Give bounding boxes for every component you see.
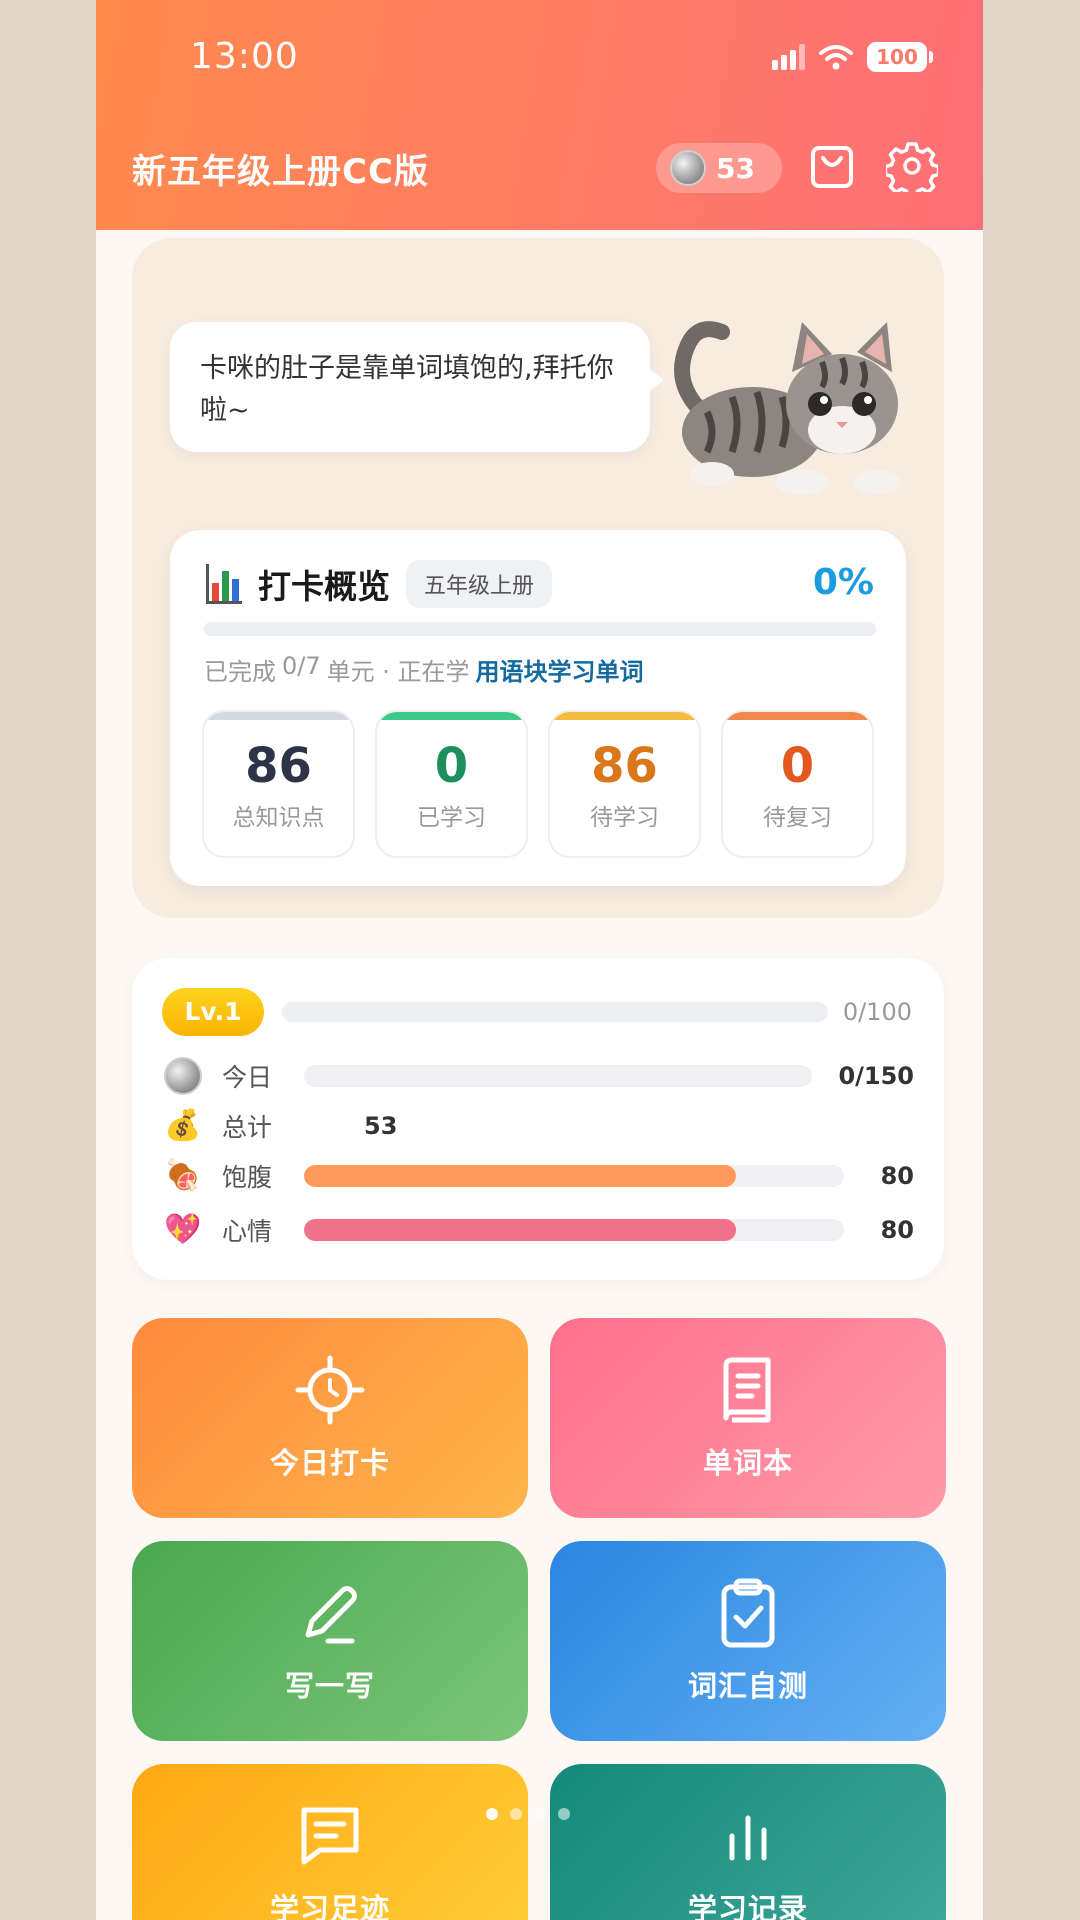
hunger-progress-bar bbox=[304, 1165, 844, 1187]
page-indicator[interactable] bbox=[486, 1808, 570, 1820]
unit-label: 单元 · 正在学 bbox=[326, 658, 470, 686]
stat-to-learn[interactable]: 86 待学习 bbox=[548, 710, 701, 858]
signal-icon bbox=[772, 44, 805, 70]
shopping-bag-icon[interactable] bbox=[806, 140, 858, 192]
row-label: 总计 bbox=[222, 1113, 273, 1142]
page-dot[interactable] bbox=[510, 1808, 522, 1820]
stat-label: 总知识点 bbox=[232, 805, 325, 831]
cat-pet-image[interactable] bbox=[662, 292, 922, 502]
overview-subtitle: 已完成 0/7 单元 · 正在学 用语块学习单词 bbox=[204, 652, 644, 687]
stat-value: 86 bbox=[591, 738, 658, 794]
coin-balance[interactable]: 53 bbox=[656, 143, 782, 193]
row-label: 今日 bbox=[222, 1063, 273, 1092]
stat-label: 已学习 bbox=[417, 805, 486, 831]
level-badge: Lv.1 bbox=[162, 988, 264, 1036]
stat-accent bbox=[723, 712, 872, 720]
app-title: 新五年级上册CC版 bbox=[132, 152, 429, 192]
pet-card: 卡咪的肚子是靠单词填饱的,拜托你啦~ 打卡概览 五年级上册 0% 已完成 0/7… bbox=[132, 238, 944, 918]
coin-count: 53 bbox=[716, 151, 755, 185]
stat-accent bbox=[550, 712, 699, 720]
tile-wordbook[interactable]: 单词本 bbox=[550, 1318, 946, 1518]
stats-row: 86 总知识点 0 已学习 86 待学习 0 待复习 bbox=[202, 710, 874, 858]
row-today: 今日 0/150 bbox=[164, 1054, 914, 1098]
page-dot[interactable] bbox=[558, 1808, 570, 1820]
pet-speech-bubble: 卡咪的肚子是靠单词填饱的,拜托你啦~ bbox=[170, 322, 664, 452]
completed-count: 0/7 bbox=[282, 652, 321, 680]
row-label: 饱腹 bbox=[222, 1163, 273, 1192]
app-screen: 13:00 100 新五年级上册CC版 53 卡咪的肚子是靠单词填饱的,拜托你啦… bbox=[96, 0, 983, 1920]
pen-icon bbox=[305, 1586, 357, 1644]
completed-label: 已完成 bbox=[204, 658, 276, 686]
coin-icon bbox=[670, 150, 706, 186]
tile-daily-checkin[interactable]: 今日打卡 bbox=[132, 1318, 528, 1518]
message-icon bbox=[301, 1807, 359, 1865]
bar-chart-icon bbox=[729, 1815, 767, 1861]
stat-learned[interactable]: 0 已学习 bbox=[375, 710, 528, 858]
status-time: 13:00 bbox=[190, 36, 299, 77]
coin-icon bbox=[164, 1057, 202, 1095]
level-exp-text: 0/100 bbox=[842, 998, 912, 1026]
stat-accent bbox=[377, 712, 526, 720]
clipboard-check-icon bbox=[721, 1578, 775, 1648]
page-dot[interactable] bbox=[534, 1808, 546, 1820]
row-hunger: 🍖 饱腹 80 bbox=[164, 1154, 914, 1198]
today-progress-bar bbox=[304, 1065, 812, 1087]
tile-label: 单词本 bbox=[702, 1446, 793, 1480]
book-icon bbox=[723, 1357, 771, 1423]
sparkling-heart-icon: 💖 bbox=[164, 1212, 202, 1247]
tile-label: 学习足迹 bbox=[269, 1892, 390, 1920]
current-lesson-link[interactable]: 用语块学习单词 bbox=[476, 652, 644, 687]
mood-progress-fill bbox=[304, 1219, 736, 1241]
overview-title-row: 打卡概览 五年级上册 bbox=[206, 560, 553, 608]
row-value: 0/150 bbox=[838, 1062, 914, 1090]
row-total: 💰 总计 53 bbox=[164, 1104, 914, 1148]
row-value: 53 bbox=[364, 1112, 398, 1140]
tile-label: 学习记录 bbox=[687, 1892, 808, 1920]
row-mood: 💖 心情 80 bbox=[164, 1208, 914, 1252]
level-exp-bar bbox=[282, 1002, 828, 1022]
gear-icon[interactable] bbox=[886, 140, 938, 192]
tile-label: 今日打卡 bbox=[269, 1446, 390, 1480]
tile-label: 词汇自测 bbox=[687, 1669, 808, 1703]
row-value: 80 bbox=[880, 1216, 914, 1244]
tile-study-record[interactable]: 学习记录 bbox=[550, 1764, 946, 1920]
tile-write[interactable]: 写一写 bbox=[132, 1541, 528, 1741]
row-label: 心情 bbox=[222, 1217, 273, 1246]
grade-tag: 五年级上册 bbox=[406, 560, 553, 608]
level-card: Lv.1 0/100 今日 0/150 💰 总计 53 🍖 饱腹 80 💖 心情… bbox=[132, 958, 944, 1280]
money-bag-icon: 💰 bbox=[164, 1108, 202, 1143]
stat-value: 0 bbox=[780, 738, 815, 794]
page-dot[interactable] bbox=[486, 1808, 498, 1820]
overview-percent: 0% bbox=[812, 562, 874, 603]
tile-study-footprint[interactable]: 学习足迹 bbox=[132, 1764, 528, 1920]
stat-value: 86 bbox=[245, 738, 312, 794]
overview-progress-bar bbox=[204, 622, 876, 636]
stat-to-review[interactable]: 0 待复习 bbox=[721, 710, 874, 858]
overview-title: 打卡概览 bbox=[258, 567, 390, 606]
row-value: 80 bbox=[880, 1162, 914, 1190]
stat-total-points[interactable]: 86 总知识点 bbox=[202, 710, 355, 858]
wifi-icon bbox=[819, 45, 853, 70]
tile-vocab-test[interactable]: 词汇自测 bbox=[550, 1541, 946, 1741]
stat-value: 0 bbox=[434, 738, 469, 794]
target-clock-icon bbox=[295, 1355, 365, 1425]
bar-chart-icon bbox=[206, 564, 242, 604]
stat-accent bbox=[204, 712, 353, 720]
tile-label: 写一写 bbox=[284, 1669, 375, 1703]
stat-label: 待复习 bbox=[763, 805, 832, 831]
battery-icon: 100 bbox=[867, 42, 933, 72]
checkin-overview: 打卡概览 五年级上册 0% 已完成 0/7 单元 · 正在学 用语块学习单词 8… bbox=[170, 530, 906, 886]
hunger-progress-fill bbox=[304, 1165, 736, 1187]
stat-label: 待学习 bbox=[590, 805, 659, 831]
header: 13:00 100 新五年级上册CC版 53 bbox=[96, 0, 983, 230]
meat-icon: 🍖 bbox=[164, 1158, 202, 1193]
mood-progress-bar bbox=[304, 1219, 844, 1241]
status-icons: 100 bbox=[772, 42, 933, 72]
